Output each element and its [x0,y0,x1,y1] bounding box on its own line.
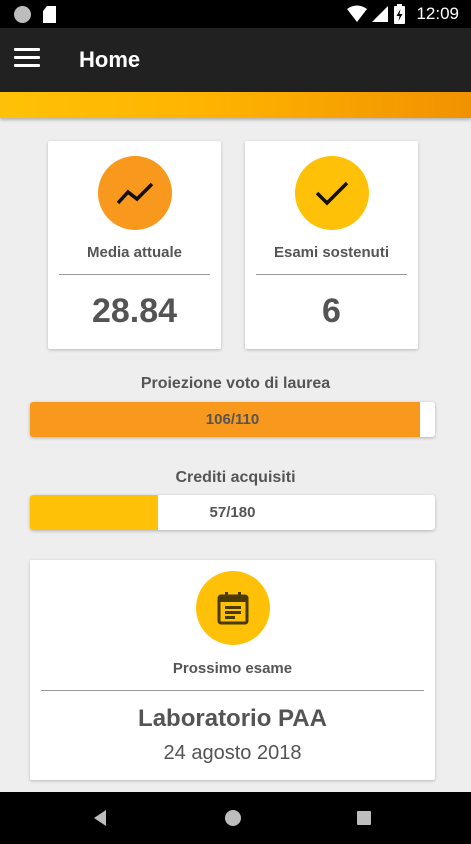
divider [256,274,407,275]
next-exam-card[interactable]: Prossimo esame Laboratorio PAA 24 agosto… [30,560,435,780]
sd-card-icon [43,6,56,23]
credits-value: 57/180 [209,504,256,521]
status-time: 12:09 [416,4,459,23]
check-icon [294,156,369,230]
next-exam-label: Prossimo esame [172,660,293,677]
calendar-icon [195,571,270,645]
projection-value: 106/110 [205,411,260,428]
battery-charging-icon [394,4,406,24]
signal-icon [372,6,389,22]
menu-icon[interactable] [14,48,40,70]
next-exam-name: Laboratorio PAA [138,705,327,732]
page-title: Home [79,47,141,72]
projection-label: Proiezione voto di laurea [140,375,331,392]
divider [41,690,424,691]
accent-strip [0,92,471,118]
esami-sostenuti-card: Esami sostenuti 6 [245,141,418,349]
esami-sostenuti-label: Esami sostenuti [273,244,390,261]
status-bar: 12:09 [0,0,471,28]
media-attuale-value: 28.84 [91,292,178,330]
app-bar: Home [0,28,471,92]
media-attuale-label: Media attuale [86,244,183,261]
wifi-icon [347,5,368,22]
navigation-bar [0,792,471,844]
home-icon[interactable] [219,804,247,832]
back-icon[interactable] [86,804,114,832]
divider [59,274,210,275]
projection-progress-bar: 106/110 [30,402,435,437]
notification-circle-icon [14,6,31,23]
media-attuale-card: Media attuale 28.84 [48,141,221,349]
credits-label: Crediti acquisiti [175,469,296,486]
recents-icon[interactable] [350,804,378,832]
trending-up-icon [97,156,172,230]
next-exam-date: 24 agosto 2018 [163,742,302,764]
esami-sostenuti-value: 6 [322,292,341,330]
credits-progress-bar: 57/180 [30,495,435,530]
